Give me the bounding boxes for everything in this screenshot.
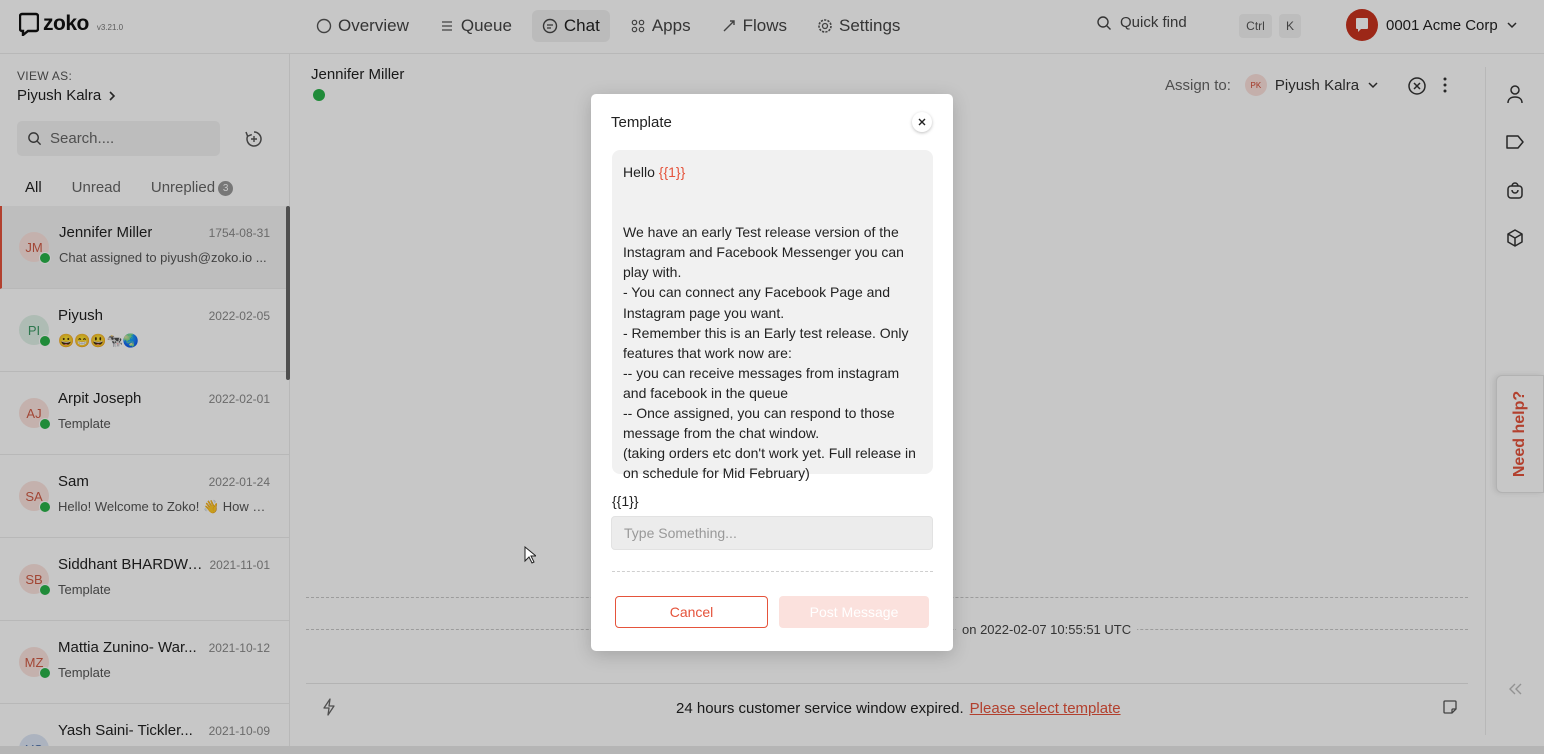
template-greeting-text: Hello <box>623 164 659 180</box>
cancel-button[interactable]: Cancel <box>615 596 768 628</box>
template-body-text: We have an early Test release version of… <box>623 224 916 482</box>
template-variable: {{1}} <box>658 164 686 180</box>
modal-divider <box>612 571 933 572</box>
modal-close-button[interactable] <box>912 112 932 132</box>
close-icon <box>918 118 926 126</box>
template-preview: Hello {{1}} We have an early Test releas… <box>612 150 933 481</box>
post-message-button[interactable]: Post Message <box>779 596 929 628</box>
variable-label: {{1}} <box>612 493 639 509</box>
template-modal: Template Hello {{1}} We have an early Te… <box>591 94 953 651</box>
variable-input[interactable] <box>611 516 933 550</box>
template-greeting: Hello {{1}} <box>623 162 922 182</box>
mouse-cursor-icon <box>524 546 536 564</box>
modal-title: Template <box>611 114 672 131</box>
